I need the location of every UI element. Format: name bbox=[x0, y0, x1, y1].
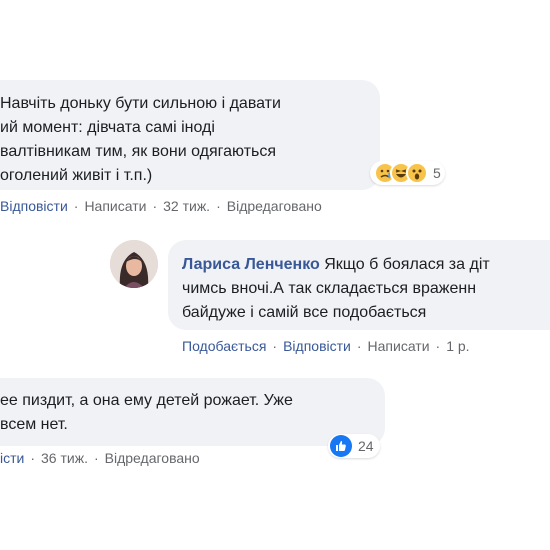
reply-line-1: Лариса Ленченко Якщо б боялася за діт bbox=[182, 253, 490, 277]
comment-2-reactions[interactable]: 24 bbox=[328, 434, 380, 458]
comment-2-actions: істи · 36 тиж. · Відредаговано bbox=[0, 450, 200, 466]
wow-emoji-icon bbox=[406, 162, 428, 184]
write-link[interactable]: Написати bbox=[84, 198, 146, 214]
avatar[interactable] bbox=[110, 240, 158, 288]
edited-label[interactable]: Відредаговано bbox=[105, 450, 200, 466]
comment-2-reaction-count: 24 bbox=[358, 438, 374, 454]
reply-text-1: Якщо б боялася за діт bbox=[324, 256, 490, 273]
edited-label[interactable]: Відредаговано bbox=[227, 198, 322, 214]
comment-1-reaction-count: 5 bbox=[433, 165, 441, 181]
timestamp[interactable]: 1 р. bbox=[446, 338, 469, 354]
reply-line-3: байдуже і самій все подобається bbox=[182, 304, 427, 321]
comment-1-line-1: Навчіть доньку бути сильною і давати bbox=[0, 95, 281, 112]
comment-1-reactions[interactable]: 5 bbox=[370, 161, 445, 185]
timestamp[interactable]: 36 тиж. bbox=[41, 450, 88, 466]
comment-1-actions: Відповісти · Написати · 32 тиж. · Відред… bbox=[0, 198, 322, 214]
reply-link[interactable]: Відповісти bbox=[0, 198, 68, 214]
reply-link[interactable]: Відповісти bbox=[283, 338, 351, 354]
like-icon bbox=[330, 435, 352, 457]
comment-2-line-2: всем нет. bbox=[0, 416, 68, 433]
comment-1-line-3: валтівникам тим, як вони одягаються bbox=[0, 143, 277, 160]
comment-2-line-1: ее пиздит, а она ему детей рожает. Уже bbox=[0, 392, 293, 409]
reply-link[interactable]: істи bbox=[0, 450, 24, 466]
comment-1-line-2: ий момент: дівчата самі іноді bbox=[0, 119, 215, 136]
reply-author[interactable]: Лариса Ленченко bbox=[182, 256, 320, 273]
write-link[interactable]: Написати bbox=[368, 338, 430, 354]
timestamp[interactable]: 32 тиж. bbox=[163, 198, 210, 214]
reply-actions: Подобається · Відповісти · Написати · 1 … bbox=[182, 338, 470, 354]
like-link[interactable]: Подобається bbox=[182, 338, 266, 354]
comment-1-line-4: оголений живіт і т.п.) bbox=[0, 167, 153, 184]
reply-line-2: чимсь вночі.А так складається враженн bbox=[182, 280, 477, 297]
